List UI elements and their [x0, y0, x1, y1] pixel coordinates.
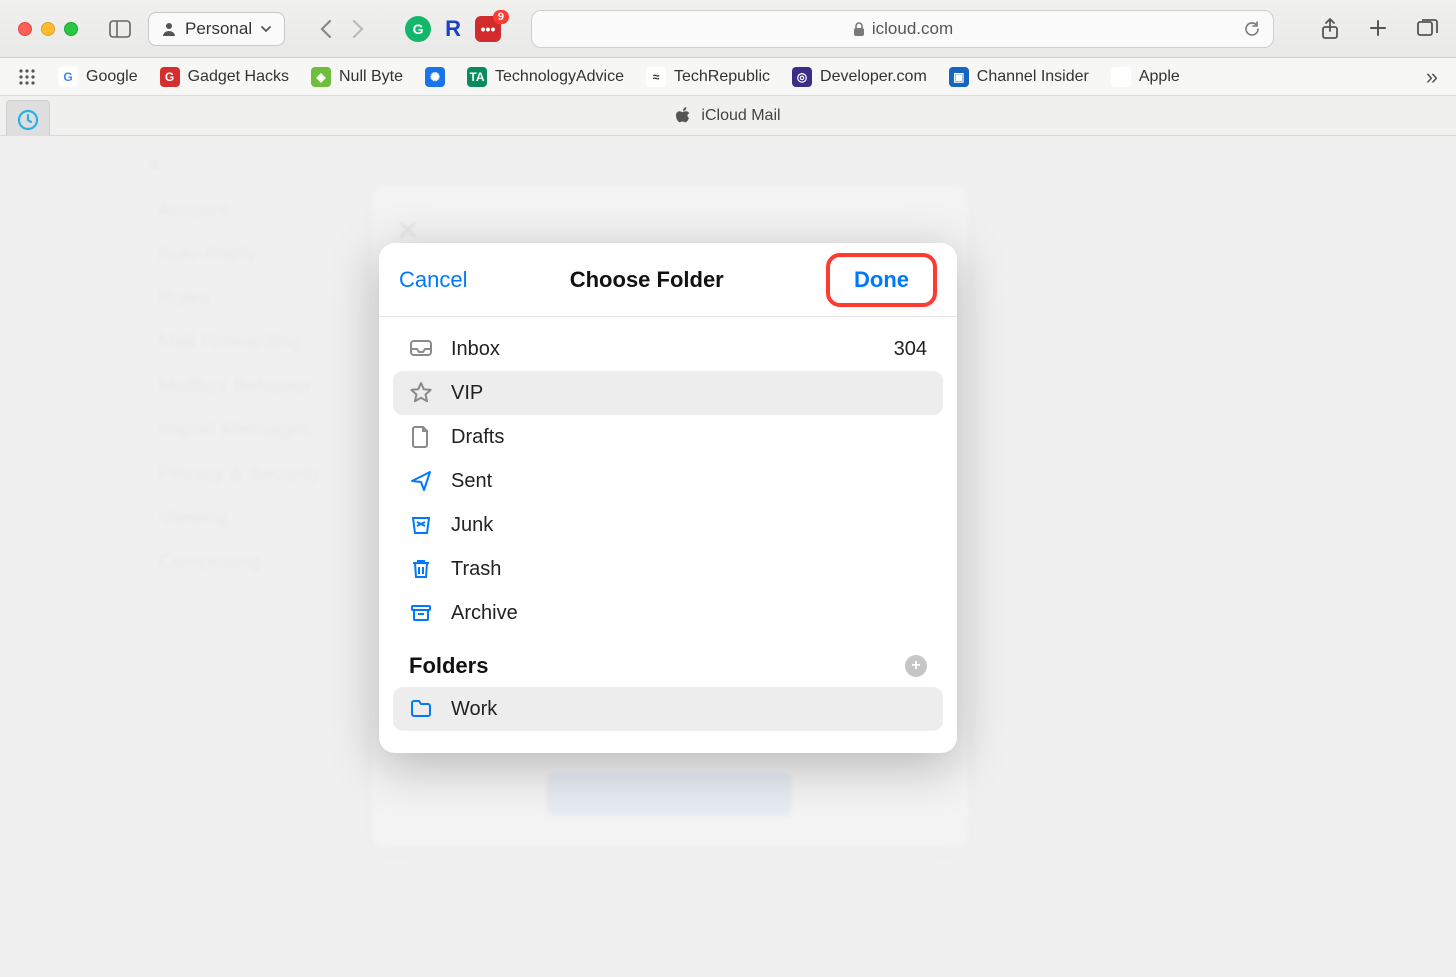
bookmark-label: TechnologyAdvice: [495, 68, 624, 86]
bookmark-label: Developer.com: [820, 68, 927, 86]
lock-icon: [852, 21, 866, 37]
back-button[interactable]: [319, 19, 333, 39]
folder-label: Trash: [451, 558, 501, 581]
bookmark-label: Google: [86, 68, 138, 86]
bookmarks-bar: G Google G Gadget Hacks ◈ Null Byte ✺ TA Technol…: [0, 58, 1456, 96]
bookmark-label: Apple: [1139, 68, 1180, 86]
add-folder-button[interactable]: +: [905, 655, 927, 677]
folder-row-vip[interactable]: VIP: [393, 371, 943, 415]
bookmark-favicon: ≈: [646, 67, 666, 87]
send-icon: [409, 469, 433, 493]
archive-icon: [409, 601, 433, 625]
reload-button[interactable]: [1243, 20, 1261, 38]
clockify-icon: [17, 109, 39, 131]
profile-label: Personal: [185, 19, 252, 39]
bookmark-item[interactable]: Apple: [1111, 67, 1180, 87]
nav-arrows: [319, 19, 365, 39]
doc-icon: [409, 425, 433, 449]
bookmark-item[interactable]: ≈ TechRepublic: [646, 67, 770, 87]
extension-badge: 9: [493, 10, 509, 24]
bookmark-label: Channel Insider: [977, 68, 1089, 86]
bookmark-favicon: ◎: [792, 67, 812, 87]
folder-label: Sent: [451, 470, 492, 493]
profile-selector[interactable]: Personal: [148, 12, 285, 46]
extension-icon-lastpass[interactable]: ••• 9: [475, 16, 501, 42]
folder-count: 304: [894, 338, 927, 361]
star-icon: [409, 381, 433, 405]
bookmark-favicon: ▣: [949, 67, 969, 87]
folder-row-sent[interactable]: Sent: [393, 459, 943, 503]
bookmark-favicon: G: [58, 67, 78, 87]
traffic-lights: [18, 22, 78, 36]
bookmark-item[interactable]: ▣ Channel Insider: [949, 67, 1089, 87]
folders-section-header: Folders +: [393, 635, 943, 687]
folder-label: Junk: [451, 514, 493, 537]
done-highlight: Done: [826, 253, 937, 307]
browser-actions: [1320, 18, 1438, 40]
window-close-button[interactable]: [18, 22, 32, 36]
folder-row-inbox[interactable]: Inbox 304: [393, 327, 943, 371]
modal-title: Choose Folder: [570, 267, 724, 293]
bookmark-favicon: [1111, 67, 1131, 87]
folder-label: Archive: [451, 602, 518, 625]
folder-row-trash[interactable]: Trash: [393, 547, 943, 591]
folder-row-drafts[interactable]: Drafts: [393, 415, 943, 459]
folder-label: Drafts: [451, 426, 504, 449]
choose-folder-modal: Cancel Choose Folder Done Inbox 304 VIP Dra…: [379, 243, 957, 753]
folder-label: Work: [451, 698, 497, 721]
modal-body: Inbox 304 VIP Drafts Sent Junk Trash Archive Fo…: [379, 317, 957, 753]
apps-grid-icon[interactable]: [18, 68, 36, 86]
junk-icon: [409, 513, 433, 537]
done-button[interactable]: Done: [840, 261, 923, 299]
user-folder-row[interactable]: Work: [393, 687, 943, 731]
bookmark-favicon: TA: [467, 67, 487, 87]
folder-row-archive[interactable]: Archive: [393, 591, 943, 635]
forward-button[interactable]: [351, 19, 365, 39]
folder-label: Inbox: [451, 338, 500, 361]
grammarly-extension-icon[interactable]: G: [405, 16, 431, 42]
folder-row-junk[interactable]: Junk: [393, 503, 943, 547]
bookmark-favicon: ✺: [425, 67, 445, 87]
folder-label: VIP: [451, 382, 483, 405]
bookmark-item[interactable]: ◎ Developer.com: [792, 67, 927, 87]
bookmark-item[interactable]: G Google: [58, 67, 138, 87]
chevron-down-icon: [260, 23, 272, 35]
bookmark-item[interactable]: TA TechnologyAdvice: [467, 67, 624, 87]
bookmark-item[interactable]: ✺: [425, 67, 445, 87]
new-tab-button[interactable]: [1368, 18, 1388, 40]
address-bar[interactable]: icloud.com: [531, 10, 1274, 48]
bookmarks-overflow[interactable]: »: [1426, 64, 1438, 90]
share-button[interactable]: [1320, 18, 1340, 40]
sidebar-toggle-button[interactable]: [108, 19, 132, 39]
bookmark-item[interactable]: G Gadget Hacks: [160, 67, 289, 87]
apple-logo-icon: [675, 107, 691, 125]
cancel-button[interactable]: Cancel: [399, 267, 467, 293]
inbox-icon: [409, 337, 433, 361]
window-zoom-button[interactable]: [64, 22, 78, 36]
trash-icon: [409, 557, 433, 581]
bookmark-item[interactable]: ◈ Null Byte: [311, 67, 403, 87]
active-pinned-tab[interactable]: [6, 100, 50, 140]
extension-icon-r[interactable]: R: [445, 16, 461, 42]
tab-title: iCloud Mail: [701, 107, 780, 125]
person-icon: [161, 21, 177, 37]
extension-icons: G R ••• 9: [405, 16, 501, 42]
bookmark-favicon: G: [160, 67, 180, 87]
tab-strip: iCloud Mail: [0, 96, 1456, 136]
bookmark-label: Gadget Hacks: [188, 68, 289, 86]
bookmark-label: TechRepublic: [674, 68, 770, 86]
bookmark-favicon: ◈: [311, 67, 331, 87]
address-domain: icloud.com: [872, 19, 953, 39]
folder-icon: [409, 697, 433, 721]
browser-toolbar: Personal G R ••• 9 icloud.com: [0, 0, 1456, 58]
modal-header: Cancel Choose Folder Done: [379, 243, 957, 317]
bookmark-label: Null Byte: [339, 68, 403, 86]
tabs-overview-button[interactable]: [1416, 18, 1438, 40]
folders-section-title: Folders: [409, 653, 488, 679]
window-minimize-button[interactable]: [41, 22, 55, 36]
